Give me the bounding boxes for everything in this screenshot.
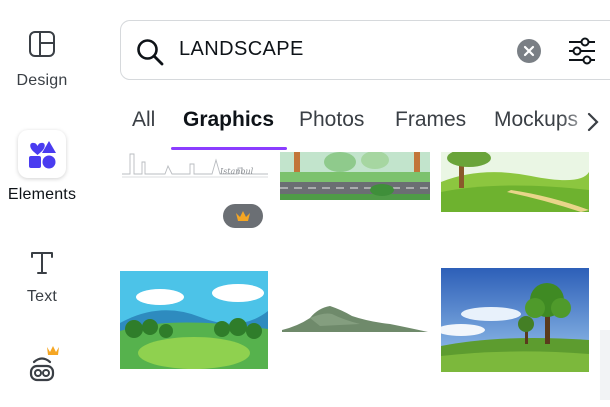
meadow-trees-image [120,271,268,369]
field-tree-photo-image [441,268,589,372]
elements-tile [18,130,66,178]
side-rail: Design Elements Text [0,0,84,407]
text-t-icon [31,252,53,274]
premium-badge [223,204,263,228]
sidebar-item-label: Design [16,72,68,89]
result-hills-tree-road[interactable] [441,152,589,212]
result-park-road[interactable] [280,152,430,200]
category-tabs: All Graphics Photos Frames Mockups [120,100,610,152]
sketch-caption: Istanbul [219,167,254,176]
search-bar [120,20,610,80]
result-meadow-trees[interactable] [120,271,268,369]
result-mountain-watercolor[interactable] [280,300,430,336]
sidebar-item-elements[interactable]: Elements [0,130,84,204]
sidebar-item-label: Elements [7,186,77,203]
tab-graphics[interactable]: Graphics [183,108,274,132]
chevron-right-icon[interactable] [586,112,600,132]
clear-x-icon [523,45,535,57]
sketch-skyline-image: Istanbul [122,153,268,178]
filter-sliders-icon[interactable] [567,36,597,66]
mountain-watercolor-image [282,306,428,332]
scrollbar-edge[interactable] [600,330,610,400]
park-road-image [280,152,430,200]
crown-icon [236,211,250,221]
clear-search-button[interactable] [517,39,541,63]
hills-tree-road-image [441,152,589,212]
sidebar-item-label: Text [26,288,58,305]
tab-photos[interactable]: Photos [299,108,364,132]
apps-icon [29,346,59,382]
sidebar-item-design[interactable]: Design [0,30,84,90]
active-tab-indicator [171,147,287,150]
sidebar-item-text[interactable]: Text [0,248,84,306]
design-layout-icon [29,31,55,57]
crown-icon [47,346,59,355]
tab-frames[interactable]: Frames [395,108,466,132]
tab-all[interactable]: All [132,108,155,132]
search-icon [137,39,164,66]
elements-shapes-icon [29,141,56,169]
sidebar-item-apps[interactable] [0,344,84,392]
result-field-tree-photo[interactable] [441,268,589,372]
result-sketch-skyline[interactable]: Istanbul [120,152,270,202]
search-input[interactable] [179,38,509,61]
